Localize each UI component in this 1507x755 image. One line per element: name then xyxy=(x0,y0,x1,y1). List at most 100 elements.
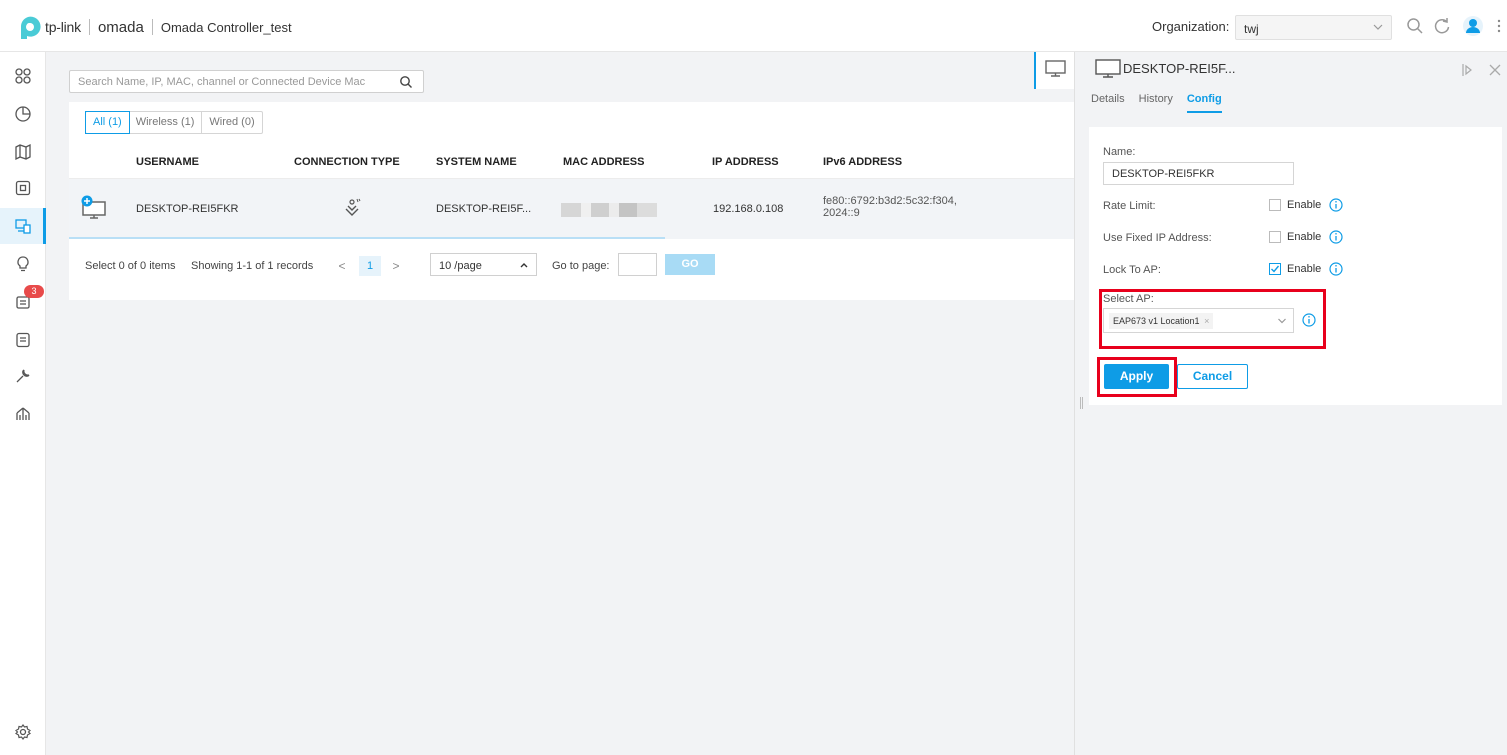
tab-history[interactable]: History xyxy=(1139,93,1173,113)
selection-count: Select 0 of 0 items xyxy=(85,260,176,272)
nav-settings[interactable] xyxy=(0,714,46,750)
column-username[interactable]: USERNAME xyxy=(136,156,199,168)
goto-page-label: Go to page: xyxy=(552,260,610,272)
cell-system-name: DESKTOP-REI5F... xyxy=(436,203,532,215)
lock-to-ap-checkbox[interactable] xyxy=(1269,263,1281,275)
name-field[interactable]: DESKTOP-REI5FKR xyxy=(1103,162,1294,185)
wrench-icon xyxy=(16,369,30,383)
wireless-connection-icon xyxy=(345,198,361,216)
alerts-badge: 3 xyxy=(24,285,44,298)
chevron-down-icon xyxy=(1373,24,1383,30)
column-ip-address[interactable]: IP ADDRESS xyxy=(712,156,779,168)
page-size-select[interactable]: 10 /page xyxy=(430,253,537,276)
nav-network[interactable] xyxy=(0,396,46,432)
records-count: Showing 1-1 of 1 records xyxy=(191,260,314,272)
filter-wireless[interactable]: Wireless (1) xyxy=(129,112,203,133)
info-icon[interactable] xyxy=(1329,198,1343,212)
cell-ipv6-line2: 2024::9 xyxy=(823,207,860,219)
topology-icon xyxy=(16,407,30,420)
search-icon[interactable] xyxy=(1406,17,1424,35)
column-connection-type[interactable]: CONNECTION TYPE xyxy=(294,156,400,168)
client-drawer-tab[interactable] xyxy=(1034,52,1074,89)
more-menu-icon[interactable] xyxy=(1497,18,1501,34)
nav-alerts[interactable]: 3 xyxy=(0,284,46,320)
refresh-icon[interactable] xyxy=(1433,17,1451,35)
document-icon xyxy=(16,332,30,348)
client-detail-panel: DESKTOP-REI5F... Details History Config … xyxy=(1074,52,1507,755)
info-icon[interactable] xyxy=(1329,262,1343,276)
nav-clients[interactable] xyxy=(0,208,46,244)
info-icon[interactable] xyxy=(1329,230,1343,244)
close-icon[interactable] xyxy=(1488,63,1502,77)
map-icon xyxy=(15,143,31,161)
page-1-button[interactable]: 1 xyxy=(359,256,381,276)
device-icon xyxy=(15,180,31,196)
cell-ip-address: 192.168.0.108 xyxy=(713,203,784,215)
dashboard-icon xyxy=(15,68,31,84)
panel-header: DESKTOP-REI5F... Details History Config xyxy=(1075,52,1507,118)
nav-dashboard[interactable] xyxy=(0,58,46,94)
horizontal-scrollbar[interactable] xyxy=(69,237,665,239)
organization-value: twj xyxy=(1244,22,1259,36)
fixed-ip-label: Use Fixed IP Address: xyxy=(1103,232,1212,244)
panel-title: DESKTOP-REI5F... xyxy=(1123,61,1236,76)
user-avatar-icon[interactable] xyxy=(1462,15,1484,37)
nav-reports[interactable] xyxy=(0,322,46,358)
brand-omada: omada xyxy=(97,18,144,36)
column-ipv6-address[interactable]: IPv6 ADDRESS xyxy=(823,156,902,168)
table-row[interactable]: DESKTOP-REI5FKR DESKTOP-REI5F... 192.168… xyxy=(69,179,1074,239)
tplink-logo-icon xyxy=(21,16,41,39)
apply-button[interactable]: Apply xyxy=(1104,364,1169,389)
logo-divider xyxy=(88,19,90,35)
tab-config[interactable]: Config xyxy=(1186,93,1222,113)
rate-limit-label: Rate Limit: xyxy=(1103,200,1156,212)
nav-tools[interactable] xyxy=(0,358,46,394)
search-input[interactable] xyxy=(70,71,390,92)
panel-resize-handle[interactable] xyxy=(1080,397,1083,409)
tab-details[interactable]: Details xyxy=(1091,93,1125,113)
fixed-ip-checkbox[interactable] xyxy=(1269,231,1281,243)
gear-icon xyxy=(15,724,31,740)
table-header: USERNAME CONNECTION TYPE SYSTEM NAME MAC… xyxy=(69,143,1074,179)
lightbulb-icon xyxy=(17,256,29,272)
cell-username: DESKTOP-REI5FKR xyxy=(136,203,239,215)
prev-page-button[interactable]: < xyxy=(331,255,353,277)
top-header: tp-link omada Omada Controller_test Orga… xyxy=(0,0,1507,52)
nav-statistics[interactable] xyxy=(0,96,46,132)
column-system-name[interactable]: SYSTEM NAME xyxy=(436,156,517,168)
title-divider xyxy=(151,19,153,35)
search-icon[interactable] xyxy=(399,75,413,89)
nav-devices[interactable] xyxy=(0,170,46,206)
logo: tp-link omada Omada Controller_test xyxy=(14,14,292,40)
client-type-filter: All (1) Wireless (1) Wired (0) xyxy=(85,111,263,134)
go-button[interactable]: GO xyxy=(665,254,715,275)
rate-limit-checkbox[interactable] xyxy=(1269,199,1281,211)
chevron-up-icon xyxy=(520,263,528,268)
cell-mac-address-redacted xyxy=(561,203,657,217)
nav-map[interactable] xyxy=(0,134,46,170)
checkmark-icon xyxy=(1271,265,1280,273)
next-page-button[interactable]: > xyxy=(385,255,407,277)
lock-to-ap-enable-label: Enable xyxy=(1287,263,1322,275)
pagination: Select 0 of 0 items Showing 1-1 of 1 rec… xyxy=(69,252,1074,282)
config-form: Name: DESKTOP-REI5FKR Rate Limit: Enable… xyxy=(1089,127,1502,405)
column-mac-address[interactable]: MAC ADDRESS xyxy=(563,156,645,168)
left-navigation: 3 xyxy=(0,52,46,755)
goto-page-input[interactable] xyxy=(618,253,657,276)
cancel-button[interactable]: Cancel xyxy=(1177,364,1248,389)
fixed-ip-toggle: Enable xyxy=(1269,230,1343,244)
client-table-card: All (1) Wireless (1) Wired (0) USERNAME … xyxy=(69,102,1074,300)
panel-tabs: Details History Config xyxy=(1091,93,1236,113)
nav-insights[interactable] xyxy=(0,246,46,282)
select-ap-highlight-box xyxy=(1099,289,1326,349)
filter-wired[interactable]: Wired (0) xyxy=(202,112,261,133)
lock-to-ap-toggle: Enable xyxy=(1269,262,1343,276)
filter-all[interactable]: All (1) xyxy=(85,111,130,134)
rate-limit-enable-label: Enable xyxy=(1287,199,1322,211)
organization-select[interactable]: twj xyxy=(1235,15,1392,40)
collapse-panel-icon[interactable] xyxy=(1461,63,1475,77)
site-title: Omada Controller_test xyxy=(160,19,292,35)
brand-tplink: tp-link xyxy=(45,19,81,35)
client-search xyxy=(69,70,424,93)
monitor-icon xyxy=(1045,60,1066,77)
